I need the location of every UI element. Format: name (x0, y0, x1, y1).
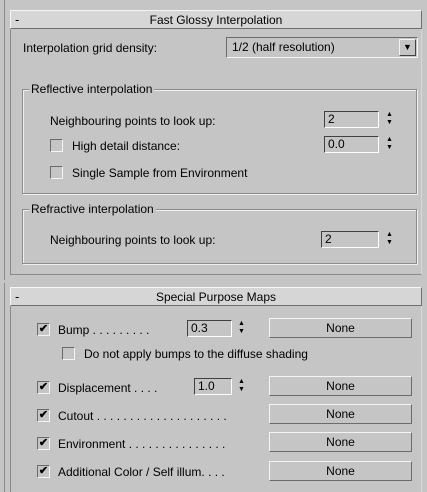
bump-label: Bump . . . . . . . . . (58, 323, 150, 337)
spinner-arrows-icon[interactable]: ▲ ▼ (383, 231, 396, 248)
displacement-map-button[interactable]: None (269, 376, 412, 396)
cutout-checkbox[interactable]: ✔ (37, 409, 50, 422)
bump-checkbox[interactable]: ✔ (37, 323, 50, 336)
fast-glossy-rollout-header[interactable]: - Fast Glossy Interpolation (10, 10, 422, 29)
cutout-map-button[interactable]: None (269, 404, 412, 424)
bump-map-button[interactable]: None (269, 318, 412, 338)
spinner-arrows-icon[interactable]: ▲ ▼ (383, 136, 396, 153)
bump-amount-spinner[interactable]: 0.3 (187, 320, 232, 337)
spinner-arrows-icon[interactable]: ▲ ▼ (383, 111, 396, 128)
spinner-arrows-icon[interactable]: ▲ ▼ (235, 320, 248, 337)
group-legend: Reflective interpolation (29, 82, 155, 96)
rollout-rail (4, 283, 5, 492)
single-sample-label: Single Sample from Environment (72, 166, 248, 180)
displacement-label: Displacement . . . . (58, 381, 158, 395)
grid-density-label: Interpolation grid density: (23, 41, 158, 55)
additional-color-checkbox[interactable]: ✔ (37, 465, 50, 478)
reflective-neighbouring-spinner[interactable]: 2 (324, 111, 379, 128)
rollout-title: Fast Glossy Interpolation (149, 13, 283, 27)
refractive-neighbouring-label: Neighbouring points to look up: (50, 233, 216, 247)
grid-density-dropdown[interactable]: 1/2 (half resolution) ▼ (226, 37, 418, 58)
environment-checkbox[interactable]: ✔ (37, 437, 50, 450)
no-diffuse-bump-label: Do not apply bumps to the diffuse shadin… (84, 347, 308, 361)
chevron-down-icon[interactable]: ▼ (399, 39, 416, 56)
single-sample-checkbox[interactable] (50, 166, 63, 179)
no-diffuse-bump-checkbox[interactable] (62, 347, 75, 360)
refractive-neighbouring-spinner[interactable]: 2 (321, 231, 379, 248)
spinner-arrows-icon[interactable]: ▲ ▼ (235, 378, 248, 395)
displacement-amount-spinner[interactable]: 1.0 (194, 378, 232, 395)
rollout-title: Special Purpose Maps (155, 290, 277, 304)
additional-color-label: Additional Color / Self illum. . . . (58, 465, 225, 479)
high-detail-checkbox[interactable] (50, 139, 63, 152)
special-maps-rollout-header[interactable]: - Special Purpose Maps (10, 287, 422, 306)
reflective-neighbouring-label: Neighbouring points to look up: (50, 114, 216, 128)
rollout-rail (4, 0, 5, 280)
additional-color-map-button[interactable]: None (269, 461, 412, 481)
high-detail-spinner[interactable]: 0.0 (324, 136, 379, 153)
displacement-checkbox[interactable]: ✔ (37, 381, 50, 394)
environment-map-button[interactable]: None (269, 432, 412, 452)
grid-density-value: 1/2 (half resolution) (232, 40, 335, 54)
high-detail-label: High detail distance: (72, 139, 181, 153)
cutout-label: Cutout . . . . . . . . . . . . . . . . .… (58, 409, 227, 423)
environment-label: Environment . . . . . . . . . . . . . . … (58, 437, 226, 451)
group-legend: Refractive interpolation (29, 202, 156, 216)
